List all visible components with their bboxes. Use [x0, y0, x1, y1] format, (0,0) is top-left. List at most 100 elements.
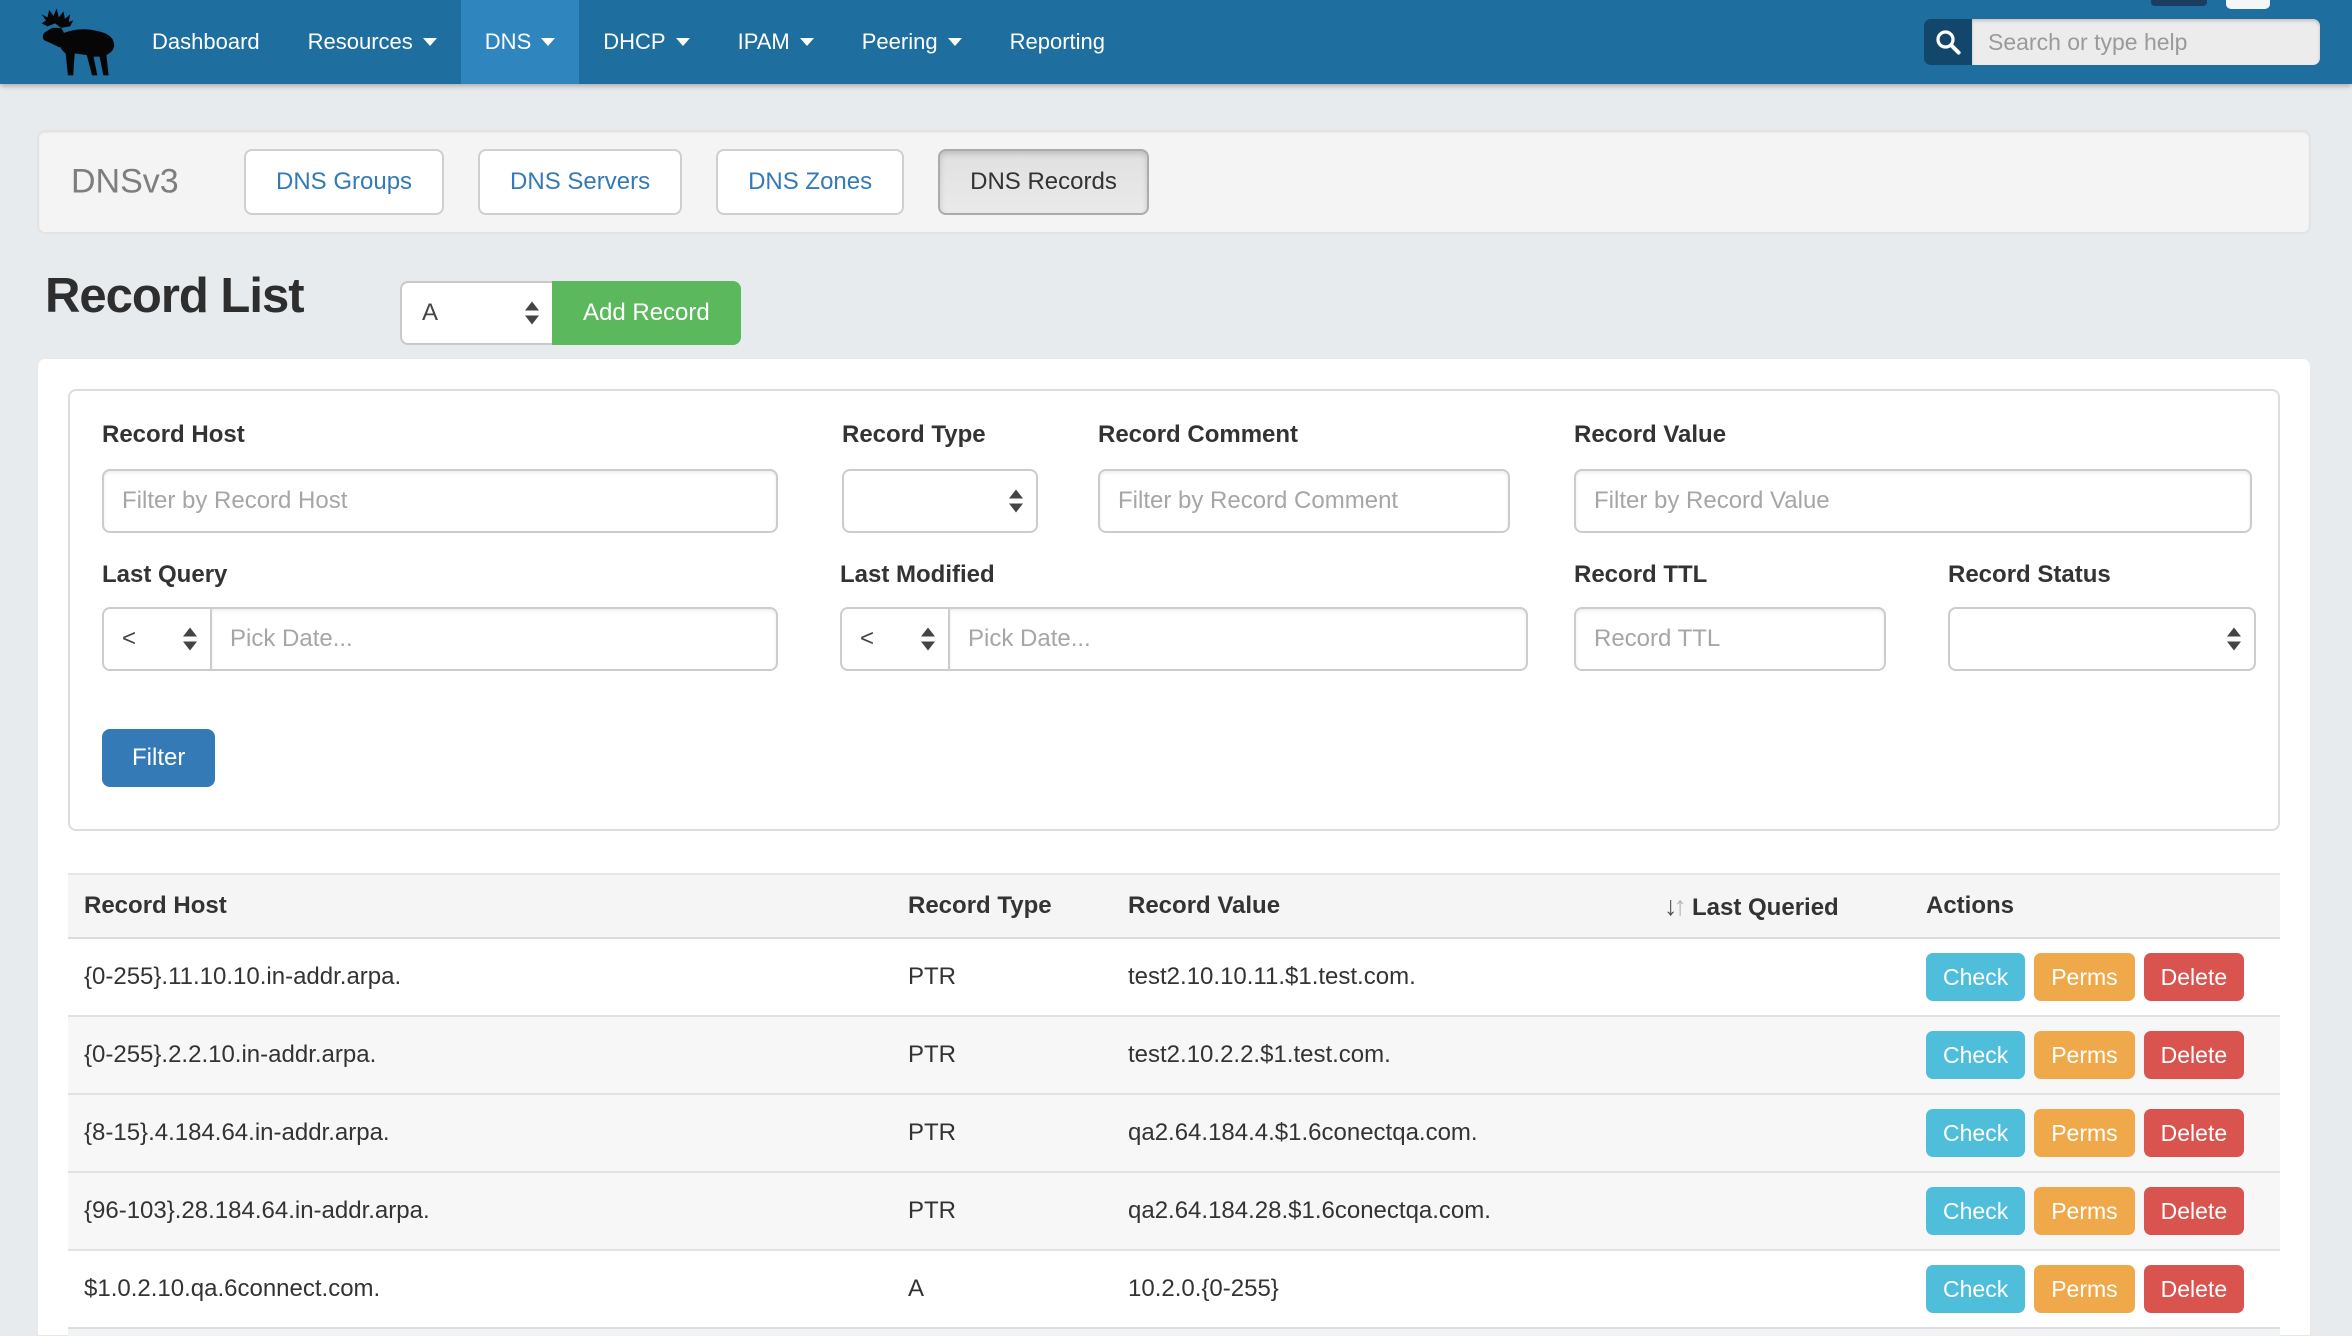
last-queried-cell: [1648, 1016, 1910, 1094]
record-type-select[interactable]: A: [400, 281, 552, 345]
column-header-label: Last Queried: [1692, 894, 1839, 921]
last-query-date-input[interactable]: [210, 607, 778, 671]
tab-dns-records[interactable]: DNS Records: [938, 149, 1149, 215]
records-table: Record Host Record Type Record Value ↓↑Last…: [68, 873, 2280, 1327]
record-comment-filter-input[interactable]: [1098, 469, 1510, 533]
perms-button[interactable]: Perms: [2034, 953, 2134, 1001]
moose-logo-icon[interactable]: [34, 5, 132, 81]
record-type-cell: PTR: [892, 1016, 1112, 1094]
column-header-label: Actions: [1926, 892, 2014, 919]
perms-button[interactable]: Perms: [2034, 1187, 2134, 1235]
tab-dns-groups[interactable]: DNS Groups: [244, 149, 444, 215]
nav-item-dashboard[interactable]: Dashboard: [128, 0, 284, 84]
record-value-cell: test2.10.2.2.$1.test.com.: [1112, 1016, 1648, 1094]
last-query-operator-select[interactable]: <: [102, 607, 212, 671]
record-ttl-filter-input[interactable]: [1574, 607, 1886, 671]
check-button[interactable]: Check: [1926, 1187, 2025, 1235]
column-header-label: Record Type: [908, 892, 1052, 919]
nav-item-peering[interactable]: Peering: [838, 0, 986, 84]
column-header-record-type[interactable]: Record Type: [892, 874, 1112, 938]
screen: Dashboard Resources DNS DHCP IPAM Peering Repo…: [0, 0, 2352, 1336]
select-arrows-icon: [921, 628, 935, 651]
nav-item-label: Reporting: [1010, 29, 1105, 55]
column-header-record-value[interactable]: Record Value: [1112, 874, 1648, 938]
select-arrows-icon: [2227, 628, 2241, 651]
tab-dns-servers[interactable]: DNS Servers: [478, 149, 682, 215]
record-value-cell: qa2.64.184.4.$1.6conectqa.com.: [1112, 1094, 1648, 1172]
perms-button[interactable]: Perms: [2034, 1031, 2134, 1079]
search-icon[interactable]: [1924, 19, 1972, 65]
add-record-button[interactable]: Add Record: [552, 281, 741, 345]
nav-item-dhcp[interactable]: DHCP: [579, 0, 713, 84]
record-host-cell: {0-255}.11.10.10.in-addr.arpa.: [68, 938, 892, 1016]
nav-item-ipam[interactable]: IPAM: [714, 0, 838, 84]
top-edge-artifact-dark: [2151, 0, 2207, 6]
record-type-cell: PTR: [892, 1172, 1112, 1250]
last-queried-cell: [1648, 938, 1910, 1016]
delete-button[interactable]: Delete: [2144, 953, 2244, 1001]
tab-dns-zones[interactable]: DNS Zones: [716, 149, 904, 215]
perms-button[interactable]: Perms: [2034, 1109, 2134, 1157]
check-button[interactable]: Check: [1926, 1265, 2025, 1313]
nav-item-label: Dashboard: [152, 29, 260, 55]
column-header-actions[interactable]: Actions: [1910, 874, 2280, 938]
record-host-cell: $1.0.2.10.qa.6connect.com.: [68, 1250, 892, 1327]
search-input[interactable]: [1972, 19, 2320, 65]
nav-item-label: Resources: [308, 29, 413, 55]
actions-cell: CheckPermsDelete: [1910, 1172, 2280, 1250]
chevron-down-icon: [541, 38, 555, 46]
top-navbar: Dashboard Resources DNS DHCP IPAM Peering Repo…: [0, 0, 2352, 84]
record-host-cell: {0-255}.2.2.10.in-addr.arpa.: [68, 1016, 892, 1094]
check-button[interactable]: Check: [1926, 1031, 2025, 1079]
column-header-last-queried[interactable]: ↓↑Last Queried: [1648, 874, 1910, 938]
global-search: [1924, 19, 2320, 65]
delete-button[interactable]: Delete: [2144, 1265, 2244, 1313]
table-row: {0-255}.2.2.10.in-addr.arpa.PTRtest2.10.…: [68, 1016, 2280, 1094]
last-modified-operator-select[interactable]: <: [840, 607, 950, 671]
delete-button[interactable]: Delete: [2144, 1031, 2244, 1079]
actions-cell: CheckPermsDelete: [1910, 938, 2280, 1016]
page-title: Record List: [45, 268, 304, 324]
actions-cell: CheckPermsDelete: [1910, 1016, 2280, 1094]
nav-item-resources[interactable]: Resources: [284, 0, 461, 84]
record-comment-label: Record Comment: [1098, 421, 1298, 449]
select-arrows-icon: [525, 302, 539, 325]
record-host-label: Record Host: [102, 421, 245, 449]
nav-item-label: IPAM: [738, 29, 790, 55]
table-row: {0-255}.11.10.10.in-addr.arpa.PTRtest2.1…: [68, 938, 2280, 1016]
filter-button[interactable]: Filter: [102, 729, 215, 787]
sort-asc-icon: ↑: [1674, 891, 1688, 921]
nav-item-label: DNS: [485, 29, 531, 55]
table-row: $1.0.2.10.qa.6connect.com.A10.2.0.{0-255…: [68, 1250, 2280, 1327]
check-button[interactable]: Check: [1926, 1109, 2025, 1157]
chevron-down-icon: [948, 38, 962, 46]
record-host-cell: {8-15}.4.184.64.in-addr.arpa.: [68, 1094, 892, 1172]
table-row: {8-15}.4.184.64.in-addr.arpa.PTRqa2.64.1…: [68, 1094, 2280, 1172]
nav-item-label: DHCP: [603, 29, 665, 55]
record-value-filter-input[interactable]: [1574, 469, 2252, 533]
top-edge-artifact-light: [2226, 0, 2270, 9]
record-status-filter-select[interactable]: [1948, 607, 2256, 671]
nav-item-reporting[interactable]: Reporting: [986, 0, 1129, 84]
check-button[interactable]: Check: [1926, 953, 2025, 1001]
record-type-filter-select[interactable]: [842, 469, 1038, 533]
record-type-cell: PTR: [892, 938, 1112, 1016]
actions-cell: CheckPermsDelete: [1910, 1250, 2280, 1327]
perms-button[interactable]: Perms: [2034, 1265, 2134, 1313]
nav-item-dns[interactable]: DNS: [461, 0, 579, 84]
dns-subnav-well: DNSv3 DNS GroupsDNS ServersDNS ZonesDNS …: [37, 130, 2311, 234]
record-value-cell: test2.10.10.11.$1.test.com.: [1112, 938, 1648, 1016]
column-header-label: Record Host: [84, 892, 227, 919]
column-header-record-host[interactable]: Record Host: [68, 874, 892, 938]
record-ttl-label: Record TTL: [1574, 561, 1707, 589]
table-row: {96-103}.28.184.64.in-addr.arpa.PTRqa2.6…: [68, 1172, 2280, 1250]
nav-item-label: Peering: [862, 29, 938, 55]
last-modified-date-input[interactable]: [948, 607, 1528, 671]
delete-button[interactable]: Delete: [2144, 1109, 2244, 1157]
record-host-filter-input[interactable]: [102, 469, 778, 533]
content-panel: Record Host Record Type Record Comment R…: [37, 358, 2311, 1336]
record-host-cell: {96-103}.28.184.64.in-addr.arpa.: [68, 1172, 892, 1250]
delete-button[interactable]: Delete: [2144, 1187, 2244, 1235]
record-value-label: Record Value: [1574, 421, 1726, 449]
column-header-label: Record Value: [1128, 892, 1280, 919]
